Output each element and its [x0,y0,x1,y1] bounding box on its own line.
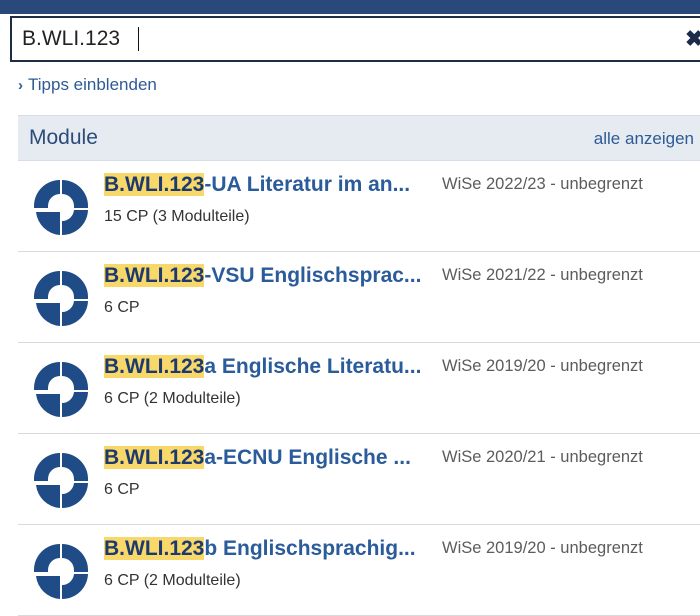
result-title[interactable]: B.WLI.123-VSU Englischsprac... [104,264,438,294]
search-input[interactable] [22,18,662,60]
module-icon [34,453,88,508]
result-item[interactable]: B.WLI.123a-ECNU Englische ... 6 CP WiSe … [18,434,700,525]
result-title-highlight: B.WLI.123 [104,537,205,560]
result-credits: 6 CP (2 Modulteile) [104,390,241,407]
result-credits: 15 CP (3 Modulteile) [104,208,250,225]
result-credits: 6 CP [104,481,140,498]
result-item[interactable]: B.WLI.123-UA Literatur im an... 15 CP (3… [18,161,700,252]
result-item[interactable]: B.WLI.123b Englischsprachig... 6 CP (2 M… [18,525,700,616]
result-title[interactable]: B.WLI.123a Englische Literatu... [104,355,438,385]
result-item[interactable]: B.WLI.123a Englische Literatu... 6 CP (2… [18,343,700,434]
show-all-link[interactable]: alle anzeigen [594,129,694,149]
result-term: WiSe 2019/20 - unbegrenzt [442,357,643,375]
result-term: WiSe 2021/22 - unbegrenzt [442,266,643,284]
result-term: WiSe 2022/23 - unbegrenzt [442,175,643,193]
results-list: B.WLI.123-UA Literatur im an... 15 CP (3… [18,161,700,616]
clear-search-icon[interactable]: ✖ [685,26,700,52]
result-item[interactable]: B.WLI.123-VSU Englischsprac... 6 CP WiSe… [18,252,700,343]
module-icon [34,271,88,326]
result-title[interactable]: B.WLI.123-UA Literatur im an... [104,173,438,203]
result-title-rest: a-ECNU Englische ... [204,446,411,469]
top-bar [0,0,700,14]
result-title-rest: b Englischsprachig... [204,537,416,560]
result-credits: 6 CP (2 Modulteile) [104,572,241,589]
result-title[interactable]: B.WLI.123b Englischsprachig... [104,537,438,567]
result-title-rest: -UA Literatur im an... [204,173,411,196]
chevron-right-icon: › [18,77,23,94]
result-title-rest: a Englische Literatu... [204,355,422,378]
module-icon [34,544,88,599]
text-caret [138,27,139,51]
tips-toggle-link[interactable]: › Tipps einblenden [18,75,157,99]
result-title-highlight: B.WLI.123 [104,264,205,287]
section-header-modules: Module alle anzeigen [18,115,700,161]
result-term: WiSe 2020/21 - unbegrenzt [442,448,643,466]
section-title: Module [29,126,98,149]
result-title[interactable]: B.WLI.123a-ECNU Englische ... [104,446,438,476]
module-icon [34,180,88,235]
result-title-highlight: B.WLI.123 [104,355,205,378]
result-title-rest: -VSU Englischsprac... [204,264,422,287]
result-term: WiSe 2019/20 - unbegrenzt [442,539,643,557]
tips-label: Tipps einblenden [28,75,157,94]
search-box[interactable]: ✖ [10,16,700,62]
result-title-highlight: B.WLI.123 [104,446,205,469]
result-credits: 6 CP [104,299,140,316]
module-icon [34,362,88,417]
result-title-highlight: B.WLI.123 [104,173,205,196]
